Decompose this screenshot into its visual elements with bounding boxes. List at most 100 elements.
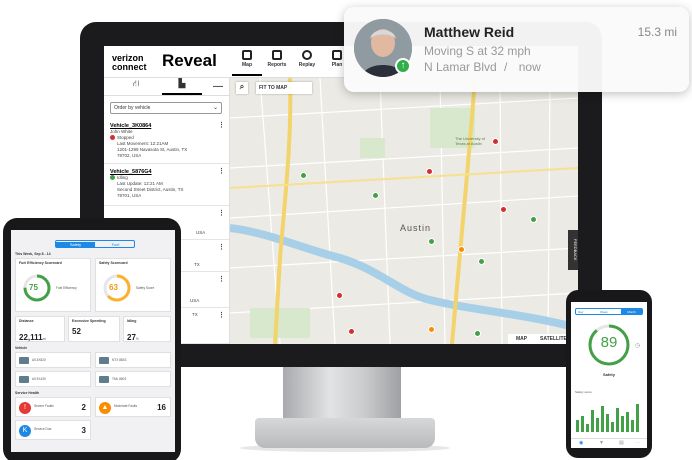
vehicle-marker[interactable]	[426, 168, 433, 175]
idling-title: Idling	[127, 319, 137, 323]
vehicle-tile[interactable]: All 3X430	[15, 371, 91, 387]
notification-distance: 15.3 mi	[637, 25, 677, 39]
address-fragment: USA	[196, 230, 206, 235]
chart-icon[interactable]: ▤	[619, 440, 624, 446]
service-tile[interactable]: ! Severe Faults 2	[15, 397, 91, 417]
distance-title: Distance	[19, 319, 34, 323]
vehicle-marker[interactable]	[300, 172, 307, 179]
product-name: Reveal	[162, 51, 217, 70]
plan-icon	[332, 50, 342, 60]
vehicle-marker[interactable]	[428, 326, 435, 333]
timer-icon[interactable]: ◷	[635, 342, 640, 349]
more-icon[interactable]: ⋯	[635, 440, 640, 446]
tab-safety[interactable]: Safety	[56, 242, 95, 247]
map-type-satellite[interactable]: SATELLITE	[540, 336, 567, 342]
nav-map[interactable]: Map	[232, 49, 262, 76]
service-value: 2	[81, 403, 86, 412]
stopped-status-icon	[110, 135, 115, 141]
more-options-icon[interactable]: ⋮	[218, 244, 225, 251]
safety-score: 63	[109, 283, 118, 292]
distance-value: 22,111	[19, 333, 43, 342]
vehicle-marker[interactable]	[474, 330, 481, 337]
fuel-score: 75	[29, 283, 38, 292]
vehicle-marker[interactable]	[530, 216, 537, 223]
feedback-label: FEEDBACK	[573, 239, 578, 261]
period-label: This Week, Sep 8 - 14	[15, 252, 51, 256]
vehicle-marker[interactable]	[458, 246, 465, 253]
vehicle-tile-name: All 3X820	[32, 358, 46, 362]
idling-value: 27	[127, 333, 136, 342]
sidebar-tabs: ⛙ ▙ —	[104, 78, 229, 96]
nav-replay[interactable]: Replay	[292, 49, 322, 68]
vehicle-marker[interactable]	[336, 292, 343, 299]
map-type-map[interactable]: MAP	[516, 336, 527, 342]
safety-card[interactable]: Safety Scorecard 63 Safety Score	[95, 258, 171, 312]
nav-reports[interactable]: Reports	[262, 49, 292, 68]
order-by-value: Order by vehicle	[114, 105, 151, 111]
vehicle-marker[interactable]	[492, 138, 499, 145]
truck-icon	[19, 357, 29, 364]
vehicle-marker[interactable]	[372, 192, 379, 199]
map-icon	[242, 50, 252, 60]
phone-tab-day[interactable]: Day	[578, 310, 583, 314]
service-health-title: Service Health	[15, 391, 40, 395]
replay-icon	[302, 50, 312, 60]
fleet-map[interactable]: ⌕ FIT TO MAP The University of Texas at …	[230, 78, 578, 344]
more-options-icon[interactable]: ⋮	[218, 210, 225, 217]
vehicle-item[interactable]: Vehicle_5876G4 Idling Last Update: 12:21…	[104, 166, 229, 206]
fit-to-map-button[interactable]: FIT TO MAP	[256, 82, 312, 94]
tab-hierarchy[interactable]: ⛙	[116, 78, 156, 95]
fit-to-map-label: FIT TO MAP	[259, 85, 288, 91]
more-options-icon[interactable]: ⋮	[218, 276, 225, 283]
tab-vehicles[interactable]: ▙	[162, 78, 202, 95]
vehicle-item[interactable]: Vehicle_3K0864 John White Stopped Last M…	[104, 120, 229, 164]
vehicle-list-icon: ▙	[178, 78, 186, 88]
truck-icon	[19, 376, 29, 383]
city-label: Austin	[400, 223, 432, 233]
marketing-scene: verizon connect Reveal Map Reports Repla…	[0, 0, 692, 460]
vehicle-tile[interactable]: TML 8803	[95, 371, 171, 387]
service-tile[interactable]: ▲ Moderate Faults 16	[95, 397, 171, 417]
phone-tab-bar: ◉ ▼ ▤ ⋯	[571, 438, 647, 448]
more-options-icon[interactable]: ⋮	[218, 168, 225, 175]
monitor-base	[255, 418, 435, 448]
vehicle-icon[interactable]: ▼	[599, 440, 604, 446]
idling-status-icon	[110, 175, 115, 181]
moving-status-icon: ↑	[395, 58, 411, 74]
tab-fuel[interactable]: Fuel	[96, 242, 135, 247]
vehicle-tile[interactable]: All 3X820	[15, 352, 91, 368]
search-icon[interactable]: ⌕	[236, 82, 248, 94]
push-notification[interactable]: ↑ Matthew Reid 15.3 mi Moving S at 32 mp…	[344, 7, 689, 92]
nav-replay-label: Replay	[298, 62, 316, 68]
vehicle-status: Idling	[117, 175, 128, 180]
phone-tab-month[interactable]: Month	[621, 309, 642, 314]
campus-label: The University of Texas at Austin	[455, 136, 486, 146]
vehicle-marker[interactable]	[478, 258, 485, 265]
tablet-segment-control[interactable]: Safety Fuel	[55, 240, 135, 248]
brand-logo[interactable]: verizon connect	[112, 54, 147, 72]
feedback-tab[interactable]: FEEDBACK	[568, 230, 578, 270]
monitor-stand	[283, 366, 401, 422]
fuel-efficiency-card[interactable]: Fuel Efficiency Scorecard 75 Fuel Effici…	[15, 258, 91, 312]
more-options-icon[interactable]: ⋮	[218, 312, 225, 319]
vehicle-tile-name: NTX 8843	[112, 358, 127, 362]
speeding-card[interactable]: Excessive Speeding 52	[68, 316, 120, 342]
vehicle-tile[interactable]: NTX 8843	[95, 352, 171, 368]
address-fragment: TX	[192, 312, 198, 317]
phone-segment-control[interactable]: Day Week Month	[575, 308, 643, 315]
vehicle-marker[interactable]	[428, 238, 435, 245]
home-icon[interactable]: ◉	[579, 440, 583, 446]
more-options-icon[interactable]: ⋮	[218, 122, 225, 129]
vehicle-marker[interactable]	[500, 206, 507, 213]
vehicle-marker[interactable]	[348, 328, 355, 335]
distance-card[interactable]: Distance 22,111mi	[15, 316, 65, 342]
idling-card[interactable]: Idling 27%	[123, 316, 171, 342]
map-roads	[230, 78, 578, 344]
service-value: 16	[157, 403, 166, 412]
collapse-icon[interactable]: —	[213, 81, 223, 92]
order-by-select[interactable]: Order by vehicle ⌄	[110, 102, 222, 114]
phone-device: Day Week Month 89 Safety ◷ Safety score	[566, 290, 652, 458]
service-tile[interactable]: K Service Due 3	[15, 420, 91, 440]
phone-tab-week[interactable]: Week	[600, 310, 608, 314]
service-label: Moderate Faults	[114, 404, 138, 408]
